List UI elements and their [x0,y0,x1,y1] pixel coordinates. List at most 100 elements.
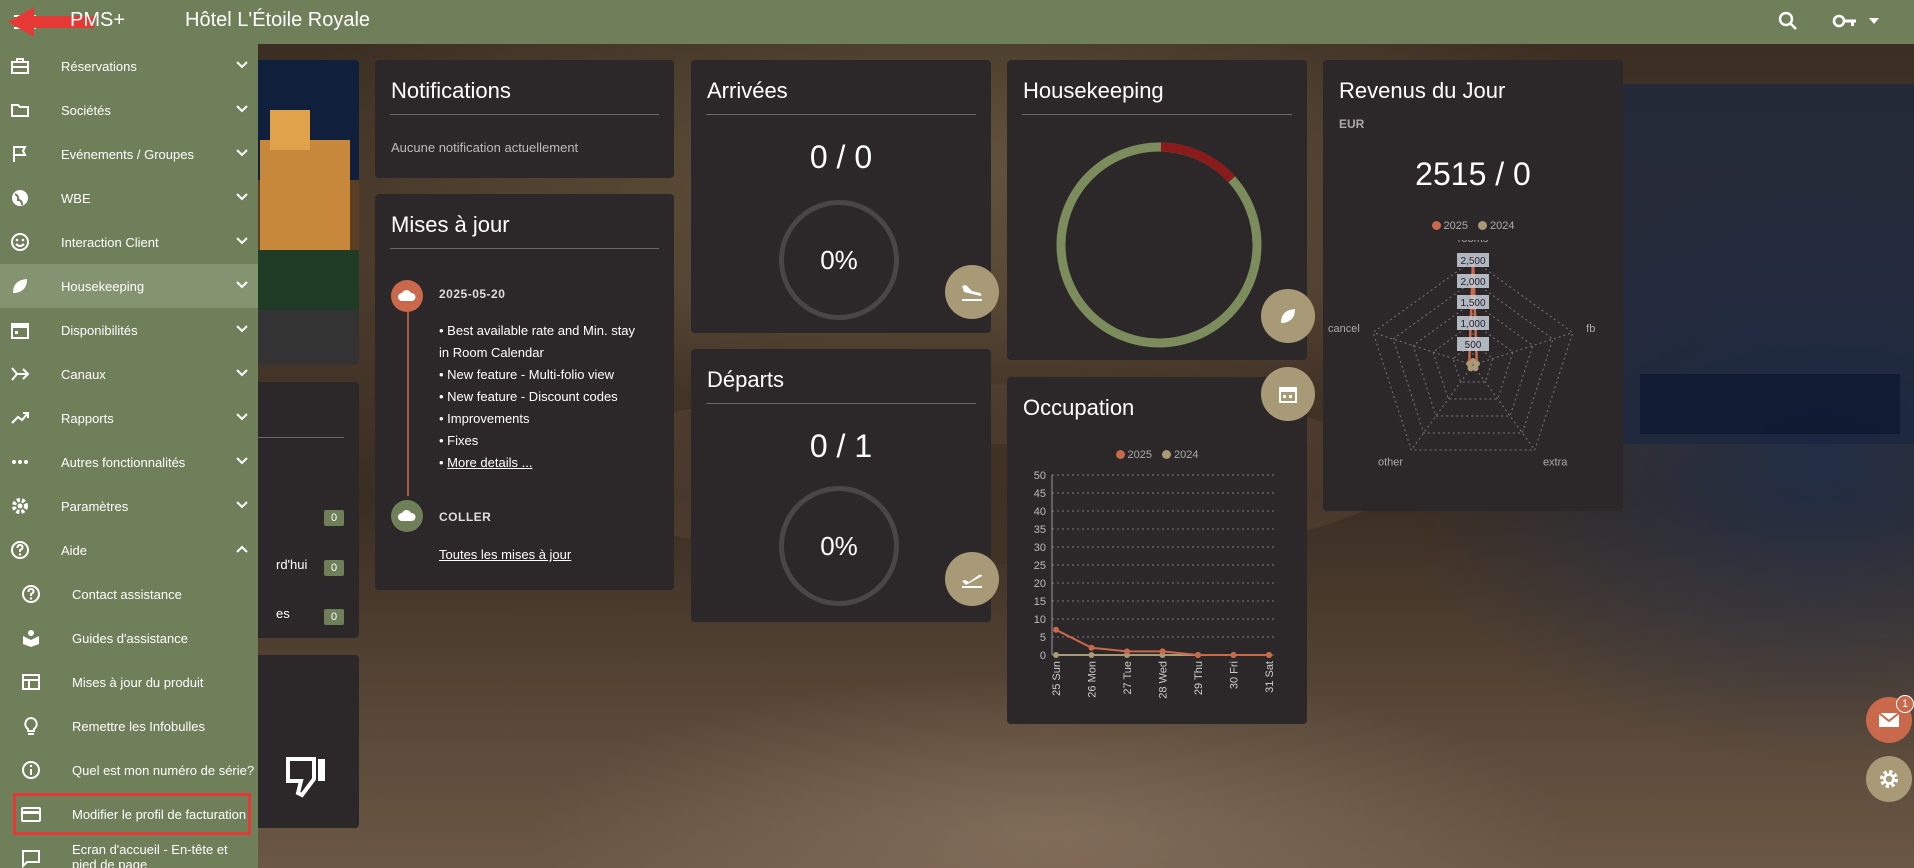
credit-card-icon [21,807,41,822]
donut-dirty-segment [1160,142,1236,183]
hotel-name: Hôtel L'Étoile Royale [185,9,371,31]
legend-item: 2025 [1431,220,1468,232]
globe-icon [12,190,28,206]
help-item-help-circle[interactable]: Contact assistance [0,572,258,616]
help-item-label: Modifier le profil de facturation [72,806,247,822]
radar-tick-label: 1,000 [1460,319,1485,330]
key-icon[interactable] [1832,9,1858,33]
top-app-bar: PMS+ Hôtel L'Étoile Royale [0,0,1914,44]
book-icon [23,630,39,647]
chevron-down-icon [236,325,248,333]
flag-icon [13,146,27,162]
help-item-table[interactable]: Mises à jour du produit [0,660,258,704]
sidebar-item-label: Canaux [61,366,106,382]
sidebar-item-briefcase[interactable]: Réservations [0,44,258,88]
y-tick-label: 30 [1034,542,1046,554]
data-point [1053,652,1059,658]
help-item-label: Contact assistance [72,586,182,602]
revenue-card: Revenus du Jour EUR 2515 / 0 2025 2024 r… [1323,60,1623,511]
calendar-icon [11,323,29,339]
legend-label-2025: 2025 [1443,220,1468,232]
chevron-down-icon [236,501,248,509]
y-tick-label: 35 [1034,524,1046,536]
chevron-down-icon [236,105,248,113]
plane-takeoff-icon[interactable] [945,552,999,606]
notifications-title: Notifications [391,78,511,103]
chevron-down-icon [236,237,248,245]
arrivals-card: Arrivées 0 / 0 0% [691,60,999,333]
legend-label-2024: 2024 [1490,220,1515,232]
app-name: PMS+ [70,9,126,31]
mail-icon[interactable]: 1 [1866,695,1914,743]
plane-landing-icon[interactable] [945,265,999,319]
help-circle-icon [22,585,40,603]
update-line: • Fixes [439,433,479,448]
sidebar-item-trending[interactable]: Rapports [0,396,258,440]
settings-gear-icon[interactable] [1866,756,1912,802]
data-point [1053,626,1059,633]
sidebar-item-label: Réservations [61,58,137,74]
data-point [1230,652,1237,658]
data-point [1124,648,1130,655]
radar-tick-label: 1,500 [1460,298,1485,309]
today-label: rd'hui [276,557,308,572]
notifications-card: Notifications Aucune notification actuel… [375,60,674,178]
sidebar-item-more[interactable]: Autres fonctionnalités [0,440,258,484]
legend-item: 2024 [1162,449,1198,461]
sidebar-item-smiley[interactable]: Interaction Client [0,220,258,264]
search-icon[interactable] [1776,9,1800,33]
calendar-icon[interactable] [1261,367,1315,421]
data-point [1195,652,1201,658]
legend-label-2024: 2024 [1174,449,1199,461]
legend-label-2025: 2025 [1127,449,1152,461]
housekeeping-donut-chart [1056,142,1262,348]
y-tick-label: 40 [1034,506,1046,518]
y-tick-label: 25 [1034,560,1046,572]
sidebar-item-calendar[interactable]: Disponibilités [0,308,258,352]
help-item-book[interactable]: Guides d'assistance [0,616,258,660]
sidebar-item-flag[interactable]: Evénements / Groupes [0,132,258,176]
updates-card: Mises à jour 2025-05-20 • Best available… [375,194,674,590]
radar-axis-label: other [1378,456,1403,468]
leaf-icon [13,279,27,293]
thumbs-down-icon[interactable] [284,755,330,799]
departures-value: 0 / 1 [809,428,873,464]
sidebar-item-folder[interactable]: Sociétés [0,88,258,132]
chevron-down-icon [236,281,248,289]
y-tick-label: 15 [1034,596,1046,608]
help-item-credit-card[interactable]: Modifier le profil de facturation [12,792,252,836]
sidebar-item-gear[interactable]: Paramètres [0,484,258,528]
revenue-legend: 2025 2024 [1323,220,1623,232]
radar-axis-label: rooms [1458,240,1489,245]
y-tick-label: 5 [1040,632,1046,644]
more-details-link[interactable]: More details ... [447,455,532,470]
help-item-bulb[interactable]: Remettre les Infobulles [0,704,258,748]
revenue-title: Revenus du Jour [1339,78,1506,103]
legend-item: 2024 [1478,220,1514,232]
arrivals-percent: 0% [779,200,899,320]
leaf-icon[interactable] [1261,289,1315,343]
radar-tick-label: 2,000 [1460,277,1485,288]
sidebar-item-leaf[interactable]: Housekeeping [0,264,258,308]
update-coller-label: COLLER [439,510,492,524]
x-tick-label: 27 Tue [1122,661,1134,695]
radar-spoke [1410,364,1474,451]
sidebar-item-label: Interaction Client [61,234,159,250]
help-item-label: Quel est mon numéro de série? [72,762,255,778]
radar-axis-label: fb [1586,323,1595,335]
sidebar-item-label: WBE [61,190,91,206]
sidebar-item-globe[interactable]: WBE [0,176,258,220]
help-item-label: Guides d'assistance [72,630,188,646]
bulb-icon [24,716,38,735]
sidebar-item-help[interactable]: Aide [0,528,258,572]
chevron-down-icon [236,457,248,465]
chevron-up-icon [236,545,248,553]
count-badge: 0 [324,609,344,625]
housekeeping-card: Housekeeping [1007,60,1315,360]
help-item-info[interactable]: Quel est mon numéro de série? [0,748,258,792]
help-item-message[interactable]: Ecran d'accueil - En-tête et pied de pag… [0,836,258,868]
data-point [1088,652,1095,658]
all-updates-link[interactable]: Toutes les mises à jour [439,547,571,562]
sidebar-item-channels[interactable]: Canaux [0,352,258,396]
account-dropdown-icon[interactable] [1868,17,1880,25]
